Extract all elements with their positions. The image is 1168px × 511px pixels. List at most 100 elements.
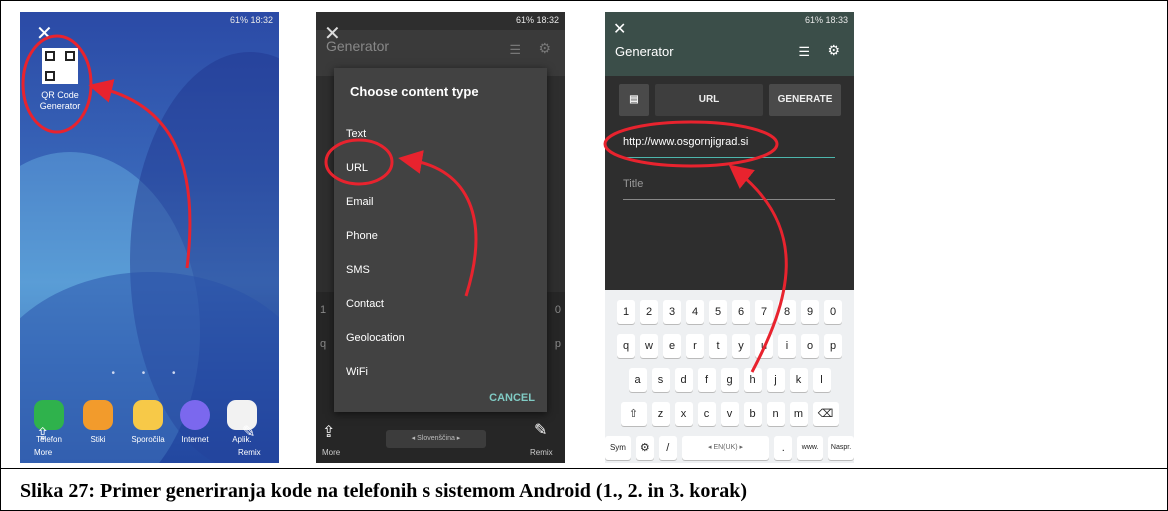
figure-caption: Slika 27: Primer generiranja kode na tel… <box>20 480 748 502</box>
key-u[interactable]: u <box>755 334 773 358</box>
key-i[interactable]: i <box>778 334 796 358</box>
key-s[interactable]: s <box>651 368 670 392</box>
keyboard-row-bottom: Sym ⚙ / ◂ EN(UK) ▸ . www. Naspr. <box>605 436 854 460</box>
key-9[interactable]: 9 <box>801 300 819 324</box>
dot-key[interactable]: . <box>774 436 793 460</box>
option-sms[interactable]: SMS <box>346 264 370 276</box>
key-2[interactable]: 2 <box>640 300 658 324</box>
generate-button[interactable]: GENERATE <box>769 84 841 116</box>
spacebar[interactable]: ◂ EN(UK) ▸ <box>681 436 770 460</box>
key-7[interactable]: 7 <box>755 300 773 324</box>
phone-step-2: 61% 18:32 ✕ Generator ☰ ⚙ 1 0 q p Choose… <box>316 12 565 463</box>
share-icon[interactable]: ⇪ <box>36 424 49 444</box>
keyboard-row-z: ⇧ zxcvbnm ⌫ <box>605 402 854 426</box>
key-3[interactable]: 3 <box>663 300 681 324</box>
key-n[interactable]: n <box>766 402 785 426</box>
dock-label: Sporočila <box>131 435 165 444</box>
key-5[interactable]: 5 <box>709 300 727 324</box>
close-icon[interactable]: ✕ <box>613 22 626 38</box>
key-y[interactable]: y <box>732 334 750 358</box>
key-q: q <box>320 338 327 350</box>
url-tab[interactable]: URL <box>655 84 763 116</box>
page-indicator: • • • <box>111 368 188 379</box>
key-k[interactable]: k <box>789 368 808 392</box>
key-g[interactable]: g <box>720 368 739 392</box>
share-icon[interactable]: ⇪ <box>322 422 335 442</box>
key-z[interactable]: z <box>651 402 670 426</box>
app-label-line: QR Code <box>41 90 79 100</box>
option-email[interactable]: Email <box>346 196 374 208</box>
slash-key[interactable]: / <box>658 436 677 460</box>
qr-icon <box>45 71 55 81</box>
option-contact[interactable]: Contact <box>346 298 384 310</box>
option-text[interactable]: Text <box>346 128 366 140</box>
title-input[interactable]: Title <box>623 178 835 200</box>
backspace-key[interactable]: ⌫ <box>812 402 839 426</box>
key-d[interactable]: d <box>674 368 693 392</box>
key-w[interactable]: w <box>640 334 658 358</box>
key-a[interactable]: a <box>628 368 647 392</box>
dock-label: Stiki <box>90 435 106 444</box>
cancel-button[interactable]: CANCEL <box>489 392 535 404</box>
key-h[interactable]: h <box>743 368 762 392</box>
www-key[interactable]: www. <box>797 436 824 460</box>
qr-icon <box>45 51 55 61</box>
dock-label: Internet <box>181 435 209 444</box>
qr-code-generator-app-icon[interactable] <box>42 48 78 84</box>
template-icon[interactable]: ▤ <box>619 84 649 116</box>
messages-app-icon[interactable] <box>133 400 163 430</box>
sym-key[interactable]: Sym <box>605 436 631 460</box>
key-b[interactable]: b <box>743 402 762 426</box>
url-input[interactable]: http://www.osgornjigrad.si <box>623 136 835 158</box>
caption-divider <box>0 468 1168 469</box>
key-l[interactable]: l <box>812 368 831 392</box>
qr-icon <box>65 51 75 61</box>
choose-content-type-dialog: Choose content type Text URL Email Phone… <box>334 68 547 412</box>
key-p[interactable]: p <box>824 334 842 358</box>
list-icon[interactable]: ☰ <box>798 44 810 60</box>
settings-key-icon[interactable]: ⚙ <box>635 436 654 460</box>
more-label: More <box>322 448 341 457</box>
option-url[interactable]: URL <box>346 162 368 174</box>
key-4[interactable]: 4 <box>686 300 704 324</box>
key-m[interactable]: m <box>789 402 808 426</box>
close-icon[interactable]: ✕ <box>36 24 53 44</box>
key-e[interactable]: e <box>663 334 681 358</box>
key-t[interactable]: t <box>709 334 727 358</box>
app-label[interactable]: QR Code Generator <box>32 90 88 112</box>
phone-step-1: 61% 18:32 ✕ QR Code Generator • • • Tele… <box>20 12 279 463</box>
key-8[interactable]: 8 <box>778 300 796 324</box>
key-1[interactable]: 1 <box>617 300 635 324</box>
app-label-line: Generator <box>39 101 81 111</box>
internet-app-icon[interactable] <box>180 400 210 430</box>
key-f[interactable]: f <box>697 368 716 392</box>
shift-key[interactable]: ⇧ <box>620 402 647 426</box>
option-wifi[interactable]: WiFi <box>346 366 368 378</box>
spacebar[interactable]: ◂ Slovenščina ▸ <box>386 430 486 448</box>
key-j[interactable]: j <box>766 368 785 392</box>
key-0[interactable]: 0 <box>824 300 842 324</box>
key-0: 0 <box>554 304 561 316</box>
gear-icon[interactable]: ⚙ <box>538 40 551 57</box>
gear-icon[interactable]: ⚙ <box>827 42 840 59</box>
key-q[interactable]: q <box>617 334 635 358</box>
status-bar: 61% 18:32 <box>515 15 559 25</box>
key-v[interactable]: v <box>720 402 739 426</box>
next-key[interactable]: Naspr. <box>828 436 854 460</box>
option-geolocation[interactable]: Geolocation <box>346 332 405 344</box>
key-6[interactable]: 6 <box>732 300 750 324</box>
contacts-app-icon[interactable] <box>83 400 113 430</box>
pen-icon[interactable]: ✎ <box>534 420 547 440</box>
key-1: 1 <box>320 304 327 316</box>
keyboard: 1234567890 qwertyuiop asdfghjkl ⇧ zxcvbn… <box>605 290 854 463</box>
key-o[interactable]: o <box>801 334 819 358</box>
key-x[interactable]: x <box>674 402 693 426</box>
keyboard-row-q: qwertyuiop <box>605 334 854 358</box>
option-phone[interactable]: Phone <box>346 230 378 242</box>
status-bar: 61% 18:33 <box>804 15 848 25</box>
pen-icon[interactable]: ✎ <box>242 422 255 442</box>
keyboard-row-numbers: 1234567890 <box>605 300 854 324</box>
key-c[interactable]: c <box>697 402 716 426</box>
key-r[interactable]: r <box>686 334 704 358</box>
list-icon[interactable]: ☰ <box>509 42 521 58</box>
